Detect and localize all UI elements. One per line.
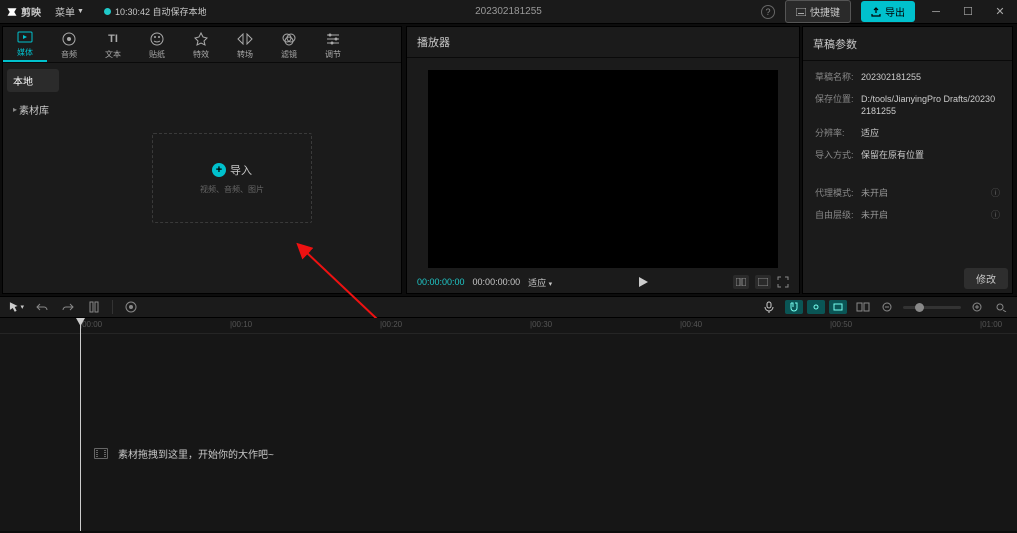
tab-filter[interactable]: 滤镜 bbox=[267, 31, 311, 62]
tab-sticker[interactable]: 贴纸 bbox=[135, 31, 179, 62]
timeline-tick: |00:20 bbox=[380, 320, 402, 329]
player-viewport bbox=[407, 58, 799, 272]
record-button[interactable] bbox=[123, 299, 139, 315]
prop-row-name: 草稿名称: 202302181255 bbox=[815, 71, 1000, 83]
tab-transition[interactable]: 转场 bbox=[223, 31, 267, 62]
redo-button[interactable] bbox=[60, 299, 76, 315]
export-button[interactable]: 导出 bbox=[861, 1, 915, 22]
effect-icon bbox=[193, 31, 209, 47]
magnet-toggle[interactable] bbox=[785, 300, 803, 314]
titlebar: 剪映 菜单 ▼ 10:30:42 自动保存本地 202302181255 ? 快… bbox=[0, 0, 1017, 24]
time-total: 00:00:00:00 bbox=[473, 277, 521, 287]
zoom-fit-button[interactable] bbox=[993, 299, 1009, 315]
video-preview[interactable] bbox=[428, 70, 778, 268]
link-toggle[interactable] bbox=[807, 300, 825, 314]
player-title: 播放器 bbox=[407, 27, 799, 58]
time-current: 00:00:00:00 bbox=[417, 277, 465, 287]
text-icon: TI bbox=[105, 31, 121, 47]
prop-row-import-mode: 导入方式: 保留在原有位置 bbox=[815, 149, 1000, 161]
track-toggle-button[interactable] bbox=[855, 299, 871, 315]
keyboard-icon bbox=[796, 8, 806, 16]
sidebar-item-local[interactable]: 本地 bbox=[7, 69, 59, 92]
tab-audio[interactable]: 音频 bbox=[47, 31, 91, 62]
timeline-toolbar: ▾ bbox=[0, 296, 1017, 318]
logo-icon bbox=[6, 6, 18, 18]
modify-button[interactable]: 修改 bbox=[964, 268, 1008, 289]
zoom-slider[interactable] bbox=[903, 306, 961, 309]
media-drop-area: + 导入 视频、音频、图片 bbox=[63, 63, 401, 293]
timeline-ruler[interactable]: |00:00 |00:10 |00:20 |00:30 |00:40 |00:50 |01:… bbox=[0, 318, 1017, 334]
timeline-tick: |01:00 bbox=[980, 320, 1002, 329]
preview-toggle[interactable] bbox=[829, 300, 847, 314]
info-icon[interactable]: ⓘ bbox=[991, 209, 1000, 221]
media-tabs: 媒体 音频 TI 文本 贴纸 特效 转场 bbox=[3, 27, 401, 63]
plus-icon: + bbox=[212, 163, 226, 177]
snap-toggle-group bbox=[785, 300, 847, 314]
film-icon bbox=[94, 448, 108, 459]
import-button[interactable]: + 导入 视频、音频、图片 bbox=[152, 133, 312, 223]
tab-media[interactable]: 媒体 bbox=[3, 29, 47, 62]
prop-row-resolution: 分辨率: 适应 bbox=[815, 127, 1000, 139]
audio-icon bbox=[61, 31, 77, 47]
timeline-tick: |00:30 bbox=[530, 320, 552, 329]
properties-panel: 草稿参数 草稿名称: 202302181255 保存位置: D:/tools/J… bbox=[802, 26, 1013, 294]
properties-title: 草稿参数 bbox=[803, 27, 1012, 61]
import-hint: 视频、音频、图片 bbox=[200, 184, 264, 195]
info-icon[interactable]: ⓘ bbox=[991, 187, 1000, 199]
timeline-tick: |00:10 bbox=[230, 320, 252, 329]
help-button[interactable]: ? bbox=[761, 5, 775, 19]
prop-row-free-layer: 自由层级: 未开启 ⓘ bbox=[815, 209, 1000, 221]
ratio-select[interactable]: 适应 ▾ bbox=[528, 276, 552, 289]
timeline-drop-hint: 素材拖拽到这里，开始你的大作吧~ bbox=[94, 446, 274, 461]
window-minimize-button[interactable]: ─ bbox=[925, 1, 947, 23]
prop-row-proxy: 代理模式: 未开启 ⓘ bbox=[815, 187, 1000, 199]
mic-button[interactable] bbox=[761, 299, 777, 315]
media-sidebar: 本地 素材库 bbox=[3, 63, 63, 293]
sidebar-item-library[interactable]: 素材库 bbox=[7, 98, 59, 121]
app-name: 剪映 bbox=[21, 4, 41, 19]
media-panel: 媒体 音频 TI 文本 贴纸 特效 转场 bbox=[2, 26, 402, 294]
fullscreen-button[interactable] bbox=[777, 276, 789, 288]
media-icon bbox=[17, 29, 33, 45]
tab-adjust[interactable]: 调节 bbox=[311, 31, 355, 62]
scale-button[interactable] bbox=[755, 275, 771, 289]
split-button[interactable] bbox=[86, 299, 102, 315]
adjust-icon bbox=[325, 31, 341, 47]
shortcut-button[interactable]: 快捷键 bbox=[785, 0, 851, 23]
main-panels: 媒体 音频 TI 文本 贴纸 特效 转场 bbox=[0, 24, 1017, 296]
play-button[interactable] bbox=[637, 276, 649, 288]
transition-icon bbox=[237, 31, 253, 47]
prop-row-path: 保存位置: D:/tools/JianyingPro Drafts/202302… bbox=[815, 93, 1000, 117]
timeline[interactable]: |00:00 |00:10 |00:20 |00:30 |00:40 |00:50 |01:… bbox=[0, 318, 1017, 531]
export-icon bbox=[871, 7, 881, 17]
app-logo: 剪映 bbox=[6, 4, 41, 19]
filter-icon bbox=[281, 31, 297, 47]
undo-button[interactable] bbox=[34, 299, 50, 315]
zoom-out-button[interactable] bbox=[879, 299, 895, 315]
timeline-tick: |00:40 bbox=[680, 320, 702, 329]
project-title: 202302181255 bbox=[475, 6, 542, 17]
player-controls: 00:00:00:00 00:00:00:00 适应 ▾ bbox=[407, 272, 799, 293]
compare-button[interactable] bbox=[733, 275, 749, 289]
tab-effect[interactable]: 特效 bbox=[179, 31, 223, 62]
selection-tool-button[interactable]: ▾ bbox=[8, 299, 24, 315]
window-close-button[interactable]: ✕ bbox=[989, 1, 1011, 23]
autosave-dot-icon bbox=[104, 8, 111, 15]
tab-text[interactable]: TI 文本 bbox=[91, 31, 135, 62]
window-maximize-button[interactable]: ☐ bbox=[957, 1, 979, 23]
sticker-icon bbox=[149, 31, 165, 47]
autosave-status: 10:30:42 自动保存本地 bbox=[104, 5, 207, 18]
timeline-tick: |00:00 bbox=[80, 320, 102, 329]
menu-button[interactable]: 菜单 ▼ bbox=[55, 4, 84, 19]
chevron-down-icon: ▼ bbox=[77, 8, 84, 15]
zoom-in-button[interactable] bbox=[969, 299, 985, 315]
playhead[interactable] bbox=[80, 318, 81, 531]
timeline-tick: |00:50 bbox=[830, 320, 852, 329]
player-panel: 播放器 00:00:00:00 00:00:00:00 适应 ▾ bbox=[406, 26, 800, 294]
